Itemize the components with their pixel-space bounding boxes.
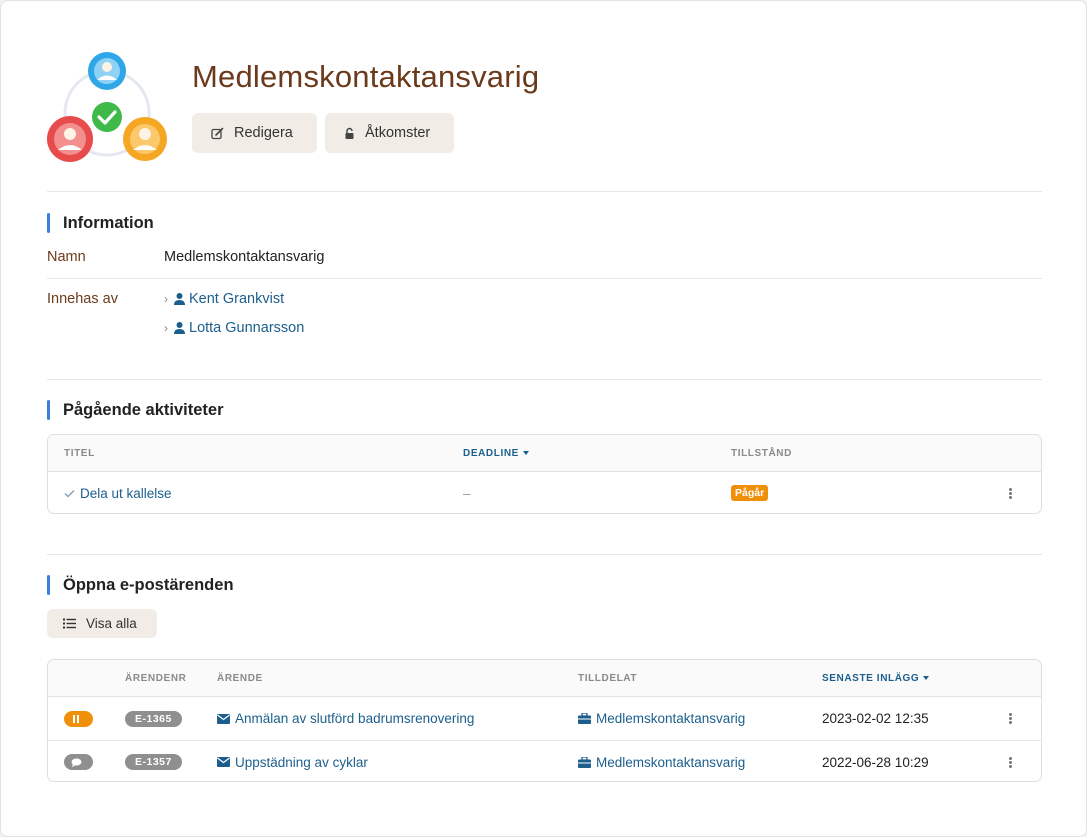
column-header-deadline-label: DEADLINE — [463, 448, 519, 459]
access-label: Åtkomster — [365, 125, 431, 141]
divider — [47, 379, 1042, 380]
activity-title-link[interactable]: Dela ut kallelse — [64, 472, 172, 513]
pause-icon — [64, 710, 93, 727]
assigned-role-link[interactable]: Medlemskontaktansvarig — [578, 741, 746, 781]
case-subject: Anmälan av slutförd badrumsrenovering — [235, 711, 475, 726]
table-header: TITEL DEADLINE TILLSTÅND — [48, 435, 1041, 472]
divider — [47, 554, 1042, 555]
chevron-right-icon: › — [164, 292, 168, 306]
information-heading: Information — [47, 213, 154, 233]
divider — [47, 278, 1042, 279]
activities-heading: Pågående aktiviteter — [47, 400, 224, 420]
kebab-menu-icon[interactable] — [1009, 756, 1013, 769]
case-subject: Uppstädning av cyklar — [235, 754, 368, 770]
column-header-latest[interactable]: SENASTE INLÄGG — [822, 673, 930, 684]
case-number: E-1357 — [125, 741, 182, 781]
latest-post-time: 2022-06-28 10:29 — [822, 754, 929, 770]
case-status — [64, 741, 93, 781]
case-number-badge: E-1357 — [125, 754, 182, 770]
access-button[interactable]: Åtkomster — [325, 113, 454, 153]
information-heading-label: Information — [63, 213, 154, 232]
section-accent-bar — [47, 213, 50, 233]
holders-label: Innehas av — [47, 291, 118, 307]
kebab-menu-icon[interactable] — [1009, 712, 1013, 725]
column-header-subject[interactable]: ÄRENDE — [217, 673, 263, 684]
lock-icon — [345, 127, 354, 139]
show-all-label: Visa alla — [86, 616, 137, 631]
column-header-state[interactable]: TILLSTÅND — [731, 448, 792, 459]
user-icon — [174, 322, 185, 334]
edit-button[interactable]: Redigera — [192, 113, 317, 153]
user-icon — [174, 293, 185, 305]
briefcase-icon — [578, 756, 591, 768]
assigned-role-link[interactable]: Medlemskontaktansvarig — [578, 697, 745, 740]
status-badge: Pågår — [731, 485, 769, 501]
role-group-icon — [47, 52, 167, 162]
activities-heading-label: Pågående aktiviteter — [63, 400, 224, 419]
holder-name: Kent Grankvist — [189, 291, 285, 307]
table-header: ÄRENDENR ÄRENDE TILLDELAT SENASTE INLÄGG — [48, 660, 1041, 697]
column-header-latest-label: SENASTE INLÄGG — [822, 673, 920, 684]
page-title: Medlemskontaktansvarig — [192, 59, 540, 94]
activity-title: Dela ut kallelse — [80, 485, 172, 501]
table-row: E-1365 Anmälan av slutförd badrumsrenove… — [48, 697, 1041, 740]
sort-caret-icon — [522, 451, 529, 456]
divider — [47, 191, 1042, 192]
section-accent-bar — [47, 575, 50, 595]
case-number-badge: E-1365 — [125, 710, 182, 727]
assigned-role: Medlemskontaktansvarig — [596, 754, 746, 770]
holder-link[interactable]: › Kent Grankvist — [164, 291, 284, 307]
table-row: E-1357 Uppstädning av cyklar Medlemskont… — [48, 740, 1041, 781]
section-accent-bar — [47, 400, 50, 420]
edit-label: Redigera — [234, 125, 293, 141]
name-label: Namn — [47, 249, 86, 265]
activities-table: TITEL DEADLINE TILLSTÅND Dela ut kallels… — [47, 434, 1042, 514]
column-header-title[interactable]: TITEL — [64, 448, 95, 459]
activity-state: Pågår — [731, 472, 769, 513]
activity-deadline: – — [463, 485, 471, 501]
comment-icon — [64, 754, 93, 770]
edit-icon — [211, 127, 224, 139]
case-number: E-1365 — [125, 697, 182, 740]
case-subject-link[interactable]: Anmälan av slutförd badrumsrenovering — [217, 697, 474, 740]
column-header-deadline[interactable]: DEADLINE — [463, 448, 529, 459]
check-icon — [64, 489, 75, 498]
column-header-assigned[interactable]: TILLDELAT — [578, 673, 637, 684]
chevron-right-icon: › — [164, 321, 168, 335]
kebab-menu-icon[interactable] — [1009, 487, 1013, 500]
envelope-icon — [217, 757, 230, 767]
holder-link[interactable]: › Lotta Gunnarsson — [164, 320, 304, 336]
assigned-role: Medlemskontaktansvarig — [596, 711, 746, 726]
latest-post-time: 2023-02-02 12:35 — [822, 711, 929, 726]
list-icon — [63, 618, 76, 629]
show-all-button[interactable]: Visa alla — [47, 609, 157, 638]
emails-heading-label: Öppna e-postärenden — [63, 575, 234, 594]
sort-caret-icon — [923, 676, 930, 681]
case-subject-link[interactable]: Uppstädning av cyklar — [217, 741, 368, 781]
envelope-icon — [217, 713, 230, 724]
emails-heading: Öppna e-postärenden — [47, 575, 234, 595]
name-value: Medlemskontaktansvarig — [164, 249, 325, 265]
holder-name: Lotta Gunnarsson — [189, 320, 305, 336]
emails-table: ÄRENDENR ÄRENDE TILLDELAT SENASTE INLÄGG… — [47, 659, 1042, 782]
table-row: Dela ut kallelse – Pågår — [48, 472, 1041, 513]
case-status — [64, 697, 93, 740]
column-header-case-no[interactable]: ÄRENDENR — [125, 673, 186, 684]
role-card: Medlemskontaktansvarig Redigera Åtkomste… — [0, 0, 1087, 837]
briefcase-icon — [578, 713, 591, 724]
